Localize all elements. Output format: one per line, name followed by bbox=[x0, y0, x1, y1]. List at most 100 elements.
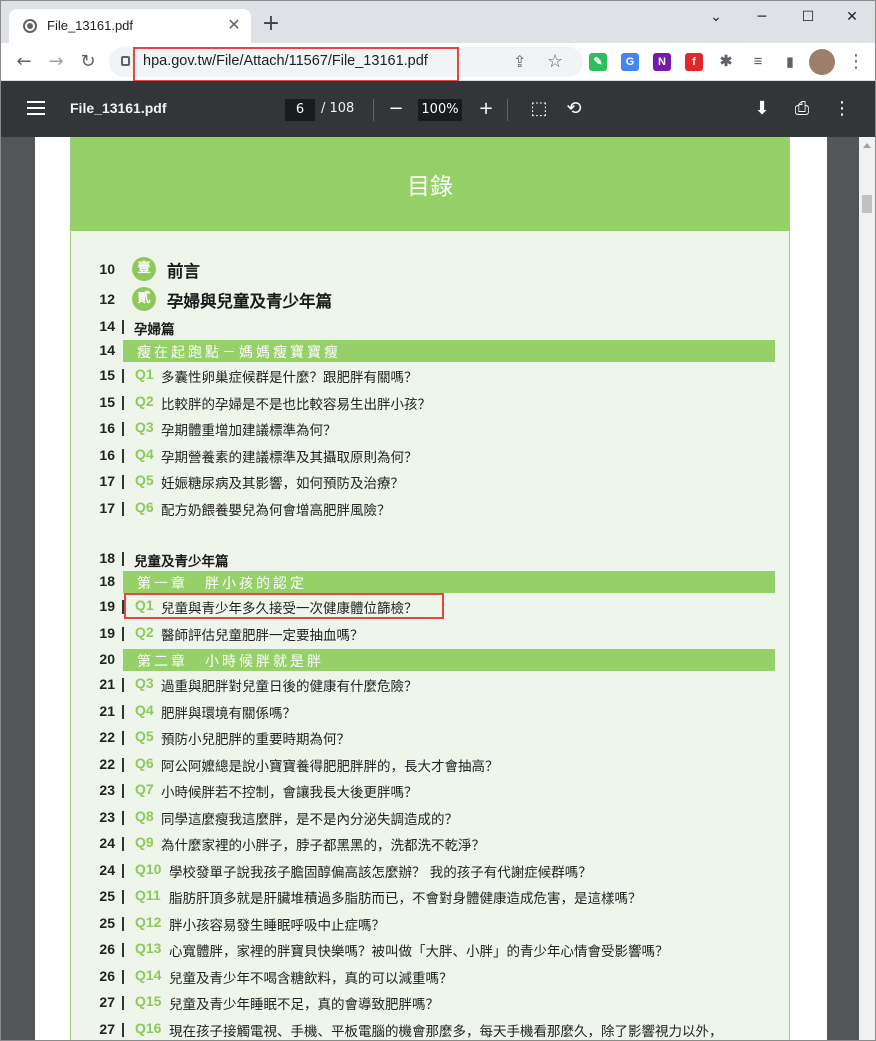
page-number: 16 bbox=[99, 446, 115, 463]
toc-question-row[interactable]: 23 Q8 同學這麼瘦我這麼胖，是不是內分泌失調造成的？ bbox=[71, 805, 789, 829]
question-number: Q16 bbox=[135, 1019, 162, 1036]
page-number: 15 bbox=[99, 393, 115, 410]
bookmark-star-icon[interactable]: ☆ bbox=[547, 51, 563, 72]
minimize-button[interactable]: ─ bbox=[739, 1, 785, 33]
flipboard-icon[interactable]: f bbox=[685, 53, 703, 71]
evernote-icon[interactable]: ✎ bbox=[589, 53, 607, 71]
question-number: Q15 bbox=[135, 993, 162, 1009]
page-number-input[interactable]: 6 bbox=[285, 99, 315, 121]
divider bbox=[122, 626, 124, 641]
forward-button[interactable]: → bbox=[43, 49, 69, 75]
toc-question-row[interactable]: 15 Q1 多囊性卵巢症候群是什麼？跟肥胖有關嗎？ bbox=[71, 363, 789, 387]
toc-question-row[interactable]: 24 Q9 為什麼家裡的小胖子，脖子都黑黑的，洗都洗不乾淨？ bbox=[71, 831, 789, 855]
side-panel-icon[interactable]: ▮ bbox=[781, 53, 799, 71]
question-text: 孕期營養素的建議標準及其攝取原則為何？ bbox=[161, 449, 418, 466]
download-icon[interactable]: ⬇ bbox=[751, 98, 773, 120]
tab-title: File_13161.pdf bbox=[47, 18, 134, 33]
question-text: 多囊性卵巢症候群是什麼？跟肥胖有關嗎？ bbox=[161, 370, 418, 386]
tab-close-icon[interactable]: ✕ bbox=[225, 16, 243, 34]
close-window-button[interactable]: ✕ bbox=[829, 1, 875, 33]
toc-question-row[interactable]: 25 Q11 脂肪肝頂多就是肝臟堆積過多脂肪而已，不會對身體健康造成危害，是這樣嗎？ bbox=[71, 884, 789, 908]
question-text: 妊娠糖尿病及其影響，如何預防及治療？ bbox=[161, 476, 404, 493]
fit-to-page-icon[interactable]: ⬚ bbox=[528, 98, 550, 120]
page-number: 17 bbox=[99, 473, 115, 490]
new-tab-button[interactable]: + bbox=[259, 13, 283, 37]
toc-question-row[interactable]: 26 Q13 心寬體胖，家裡的胖寶貝快樂嗎？被叫做「大胖、小胖」的青少年心情會受影響… bbox=[71, 937, 789, 961]
question-text: 心寬體胖，家裡的胖寶貝快樂嗎？被叫做「大胖、小胖」的青少年心情會受影響嗎？ bbox=[169, 944, 669, 960]
toc-question-row[interactable]: 16 Q3 孕期體重增加建議標準為何？ bbox=[71, 416, 789, 440]
question-text: 兒童及青少年不喝含糖飲料，真的可以減重嗎？ bbox=[169, 970, 453, 987]
browser-menu-icon[interactable]: ⋮ bbox=[847, 51, 865, 72]
toc-question-row[interactable]: 26 Q14 兒童及青少年不喝含糖飲料，真的可以減重嗎？ bbox=[71, 964, 789, 988]
toc-question-row[interactable]: 23 Q7 小時候胖若不控制，會讓我長大後更胖嗎？ bbox=[71, 778, 789, 802]
zoom-out-button[interactable]: − bbox=[385, 98, 407, 120]
toc-question-row[interactable]: 15 Q2 比較胖的孕婦是不是也比較容易生出胖小孩？ bbox=[71, 390, 789, 414]
scrollbar-thumb[interactable] bbox=[862, 195, 872, 213]
rotate-icon[interactable]: ⟲ bbox=[563, 98, 585, 120]
page-number: 25 bbox=[99, 888, 115, 904]
zoom-level-input[interactable]: 100% bbox=[418, 99, 462, 121]
reload-button[interactable]: ↻ bbox=[75, 49, 101, 75]
onenote-icon[interactable]: N bbox=[653, 53, 671, 71]
translate-icon[interactable]: G bbox=[621, 53, 639, 71]
toc-question-row[interactable]: 17 Q6 配方奶餵養嬰兒為何會增高肥胖風險？ bbox=[71, 496, 789, 520]
hamburger-menu-icon[interactable] bbox=[27, 101, 45, 115]
divider bbox=[122, 757, 124, 772]
toc-question-row[interactable]: 22 Q5 預防小兒肥胖的重要時期為何？ bbox=[71, 725, 789, 749]
vertical-scrollbar[interactable] bbox=[859, 137, 875, 1040]
toc-chapter-row[interactable]: 18 第一章 胖小孩的認定 bbox=[71, 569, 789, 593]
question-text: 小時候胖若不控制，會讓我長大後更胖嗎？ bbox=[161, 785, 418, 801]
toc-chapter-row[interactable]: 14 瘦在起跑點－媽媽瘦寶寶瘦 bbox=[71, 338, 789, 362]
toc-question-row[interactable]: 19 Q2 醫師評估兒童肥胖一定要抽血嗎？ bbox=[71, 621, 789, 645]
question-text: 過重與肥胖對兒童日後的健康有什麼危險？ bbox=[161, 679, 418, 695]
page-number: 25 bbox=[99, 914, 115, 931]
browser-tab[interactable]: File_13161.pdf ✕ bbox=[9, 9, 251, 43]
divider bbox=[122, 837, 124, 851]
print-icon[interactable]: ⎙ bbox=[791, 98, 813, 120]
question-text: 學校發單子說我孩子膽固醇偏高該怎麼辦？ 我的孩子有代謝症候群嗎？ bbox=[169, 864, 592, 881]
lock-icon[interactable] bbox=[121, 56, 130, 66]
reading-list-icon[interactable]: ≡ bbox=[749, 53, 767, 71]
toc-question-row[interactable]: 27 Q15 兒童及青少年睡眠不足，真的會導致肥胖嗎？ bbox=[71, 990, 789, 1014]
page-number: 12 bbox=[99, 291, 115, 307]
tab-search-icon[interactable]: ⌄ bbox=[693, 1, 739, 33]
extensions-puzzle-icon[interactable]: ✱ bbox=[717, 53, 735, 71]
toc-section-row[interactable]: 12 貳 孕婦與兒童及青少年篇 bbox=[71, 287, 789, 311]
toc-question-row[interactable]: 16 Q4 孕期營養素的建議標準及其攝取原則為何？ bbox=[71, 443, 789, 467]
question-text: 配方奶餵養嬰兒為何會增高肥胖風險？ bbox=[161, 503, 391, 519]
toc-question-row[interactable]: 27 Q16 現在孩子接觸電視、手機、平板電腦的機會那麼多，每天手機看那麼久，除了影… bbox=[71, 1017, 789, 1041]
pdf-file-name: File_13161.pdf bbox=[70, 100, 167, 116]
toc-question-row[interactable]: 17 Q5 妊娠糖尿病及其影響，如何預防及治療？ bbox=[71, 469, 789, 493]
section-title: 前言 bbox=[167, 262, 200, 281]
question-number: Q10 bbox=[135, 860, 162, 877]
toc-question-row[interactable]: 24 Q10 學校發單子說我孩子膽固醇偏高該怎麼辦？ 我的孩子有代謝症候群嗎？ bbox=[71, 858, 789, 882]
zoom-in-button[interactable]: + bbox=[475, 98, 497, 120]
question-number: Q8 bbox=[135, 807, 154, 824]
toolbar-divider bbox=[507, 99, 508, 121]
back-button[interactable]: ← bbox=[11, 49, 37, 75]
toc-part-row[interactable]: 14 孕婦篇 bbox=[71, 314, 789, 338]
profile-avatar[interactable] bbox=[809, 49, 835, 75]
divider bbox=[122, 422, 124, 437]
toc-title: 目錄 bbox=[407, 174, 453, 200]
toc-question-row[interactable]: 25 Q12 胖小孩容易發生睡眠呼吸中止症嗎？ bbox=[71, 911, 789, 935]
toc-chapter-row[interactable]: 20 第二章 小時候胖就是胖 bbox=[71, 647, 789, 671]
toc-question-row[interactable]: 22 Q6 阿公阿嬤總是說小寶寶養得肥肥胖胖的，長大才會抽高？ bbox=[71, 752, 789, 776]
more-actions-icon[interactable]: ⋮ bbox=[831, 98, 853, 120]
page-number: 15 bbox=[99, 367, 115, 383]
section-badge: 壹 bbox=[132, 257, 156, 281]
section-badge: 貳 bbox=[132, 287, 156, 311]
maximize-button[interactable]: ☐ bbox=[785, 1, 831, 33]
divider bbox=[122, 1022, 124, 1037]
chapter-band: 第一章 胖小孩的認定 bbox=[123, 571, 775, 593]
toc-section-row[interactable]: 10 壹 前言 bbox=[71, 257, 789, 281]
pdf-viewport[interactable]: 目錄 10 壹 前言 12 貳 孕婦與兒童及青少年篇 14 孕婦篇 14 瘦在起… bbox=[1, 137, 859, 1041]
scroll-up-arrow-icon[interactable] bbox=[863, 143, 871, 148]
page-number: 14 bbox=[99, 342, 115, 358]
page-number: 10 bbox=[99, 261, 115, 277]
toc-part-row[interactable]: 18 兒童及青少年篇 bbox=[71, 546, 789, 570]
share-icon[interactable]: ⇪ bbox=[513, 52, 526, 71]
page-number: 20 bbox=[99, 651, 115, 667]
toc-question-row[interactable]: 21 Q3 過重與肥胖對兒童日後的健康有什麼危險？ bbox=[71, 672, 789, 696]
toc-question-row[interactable]: 21 Q4 肥胖與環境有關係嗎？ bbox=[71, 699, 789, 723]
